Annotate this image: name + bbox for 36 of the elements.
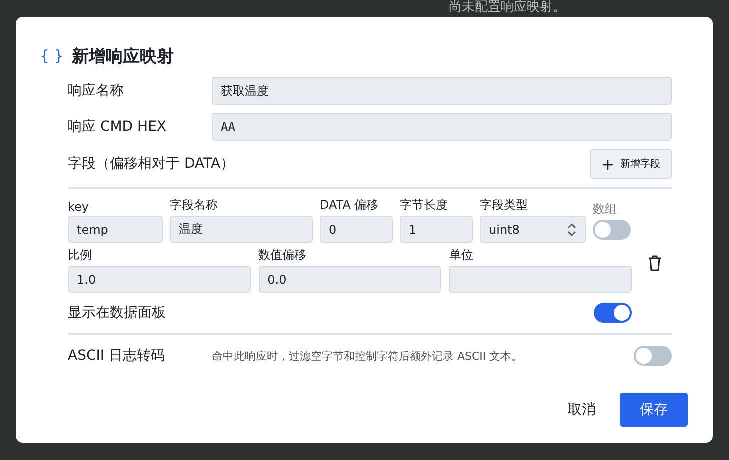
add-field-button[interactable]: + 新增字段 bbox=[590, 149, 672, 179]
text-field[interactable]: 1 bbox=[400, 216, 473, 243]
field-label: 单位 bbox=[449, 247, 474, 264]
toggle-label: ASCII 日志转码 bbox=[68, 347, 166, 365]
field-label: 响应 CMD HEX bbox=[68, 118, 168, 136]
chevron-icon bbox=[567, 222, 577, 236]
text-field[interactable]: 0.0 bbox=[258, 266, 442, 293]
text-field[interactable]: temp bbox=[68, 216, 163, 243]
field-label: 数组 bbox=[593, 201, 618, 218]
field-label: DATA 偏移 bbox=[320, 197, 380, 214]
dialog-title: 新增响应映射 bbox=[72, 46, 174, 68]
save-button[interactable]: 保存 bbox=[620, 393, 688, 427]
type-select[interactable]: uint8 bbox=[480, 216, 586, 243]
text-field[interactable]: 温度 bbox=[170, 216, 313, 243]
trash-icon[interactable] bbox=[648, 255, 662, 272]
field-label: 字段名称 bbox=[170, 197, 219, 214]
toggle-switch[interactable] bbox=[634, 346, 672, 366]
empty-state-text: 尚未配置响应映射。 bbox=[449, 0, 566, 16]
toggle-switch[interactable] bbox=[594, 303, 632, 323]
description-text: 命中此响应时，过滤空字节和控制字符后额外记录 ASCII 文本。 bbox=[212, 348, 524, 364]
field-label: 数值偏移 bbox=[258, 247, 308, 264]
toggle-label: 显示在数据面板 bbox=[68, 304, 166, 322]
text-field[interactable]: 获取温度 bbox=[212, 77, 672, 105]
cancel-button[interactable]: 取消 bbox=[554, 393, 610, 427]
braces-icon: { } bbox=[40, 47, 64, 65]
text-field[interactable]: AA bbox=[212, 113, 672, 141]
field-label: 比例 bbox=[68, 247, 93, 264]
field-label: 字段类型 bbox=[480, 197, 529, 214]
text-field[interactable]: 1.0 bbox=[68, 266, 251, 293]
toggle-switch[interactable] bbox=[593, 220, 631, 240]
field-label: 响应名称 bbox=[68, 82, 125, 100]
text-field[interactable]: 0 bbox=[320, 216, 393, 243]
section-label: 字段（偏移相对于 DATA） bbox=[68, 155, 235, 173]
field-label: 字节长度 bbox=[400, 197, 449, 214]
text-field[interactable] bbox=[449, 266, 632, 293]
field-label: key bbox=[68, 200, 90, 214]
